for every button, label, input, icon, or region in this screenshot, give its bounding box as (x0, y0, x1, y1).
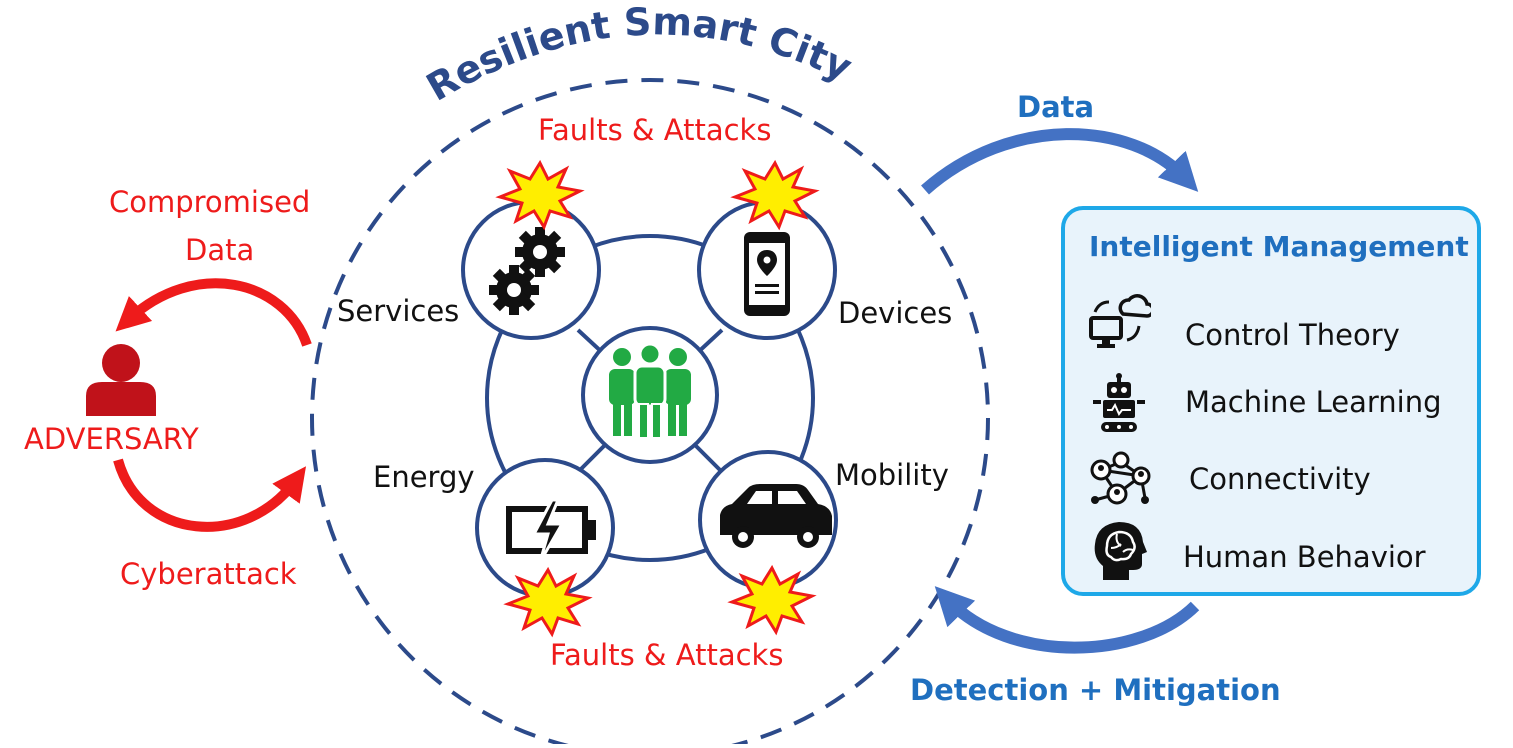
cyberattack-label: Cyberattack (120, 557, 297, 591)
cyberattack-arrow (113, 458, 307, 532)
management-item-control-theory: Control Theory (1185, 318, 1400, 352)
smartphone-icon (744, 232, 790, 316)
energy-label: Energy (373, 460, 475, 494)
detection-mitigation-arrow (934, 586, 1200, 654)
spoke-mobility (693, 443, 724, 474)
diagram-title: Resilient Smart City (419, 0, 859, 110)
management-item-connectivity: Connectivity (1189, 462, 1371, 496)
adversary-person-icon (86, 344, 156, 416)
spoke-energy (576, 443, 607, 474)
compromised-data-label-line2: Data (185, 233, 255, 267)
management-item-machine-learning: Machine Learning (1185, 385, 1442, 419)
computer-cloud-icon (1089, 294, 1151, 348)
services-label: Services (337, 294, 460, 328)
robot-icon (1093, 373, 1145, 432)
network-icon (1090, 451, 1151, 505)
management-title: Intelligent Management (1089, 230, 1469, 263)
compromised-data-label-line1: Compromised (109, 185, 311, 219)
faults-attacks-top-label: Faults & Attacks (538, 113, 772, 147)
mobility-label: Mobility (835, 458, 949, 492)
intelligent-management-box: Intelligent Management Control Theory Ma… (1061, 206, 1481, 596)
adversary-label: ADVERSARY (24, 422, 199, 456)
data-arrow (921, 128, 1199, 195)
faults-attacks-bottom-label: Faults & Attacks (550, 638, 784, 672)
services-node (461, 200, 601, 340)
detection-mitigation-label: Detection + Mitigation (910, 673, 1281, 707)
devices-label: Devices (838, 296, 953, 330)
management-item-human-behavior: Human Behavior (1183, 540, 1426, 574)
brain-head-icon (1094, 522, 1147, 580)
data-label: Data (1017, 90, 1095, 124)
diagram-canvas: Resilient Smart City Faults & Attacks Fa… (0, 0, 1513, 748)
compromised-data-arrow (115, 278, 312, 347)
